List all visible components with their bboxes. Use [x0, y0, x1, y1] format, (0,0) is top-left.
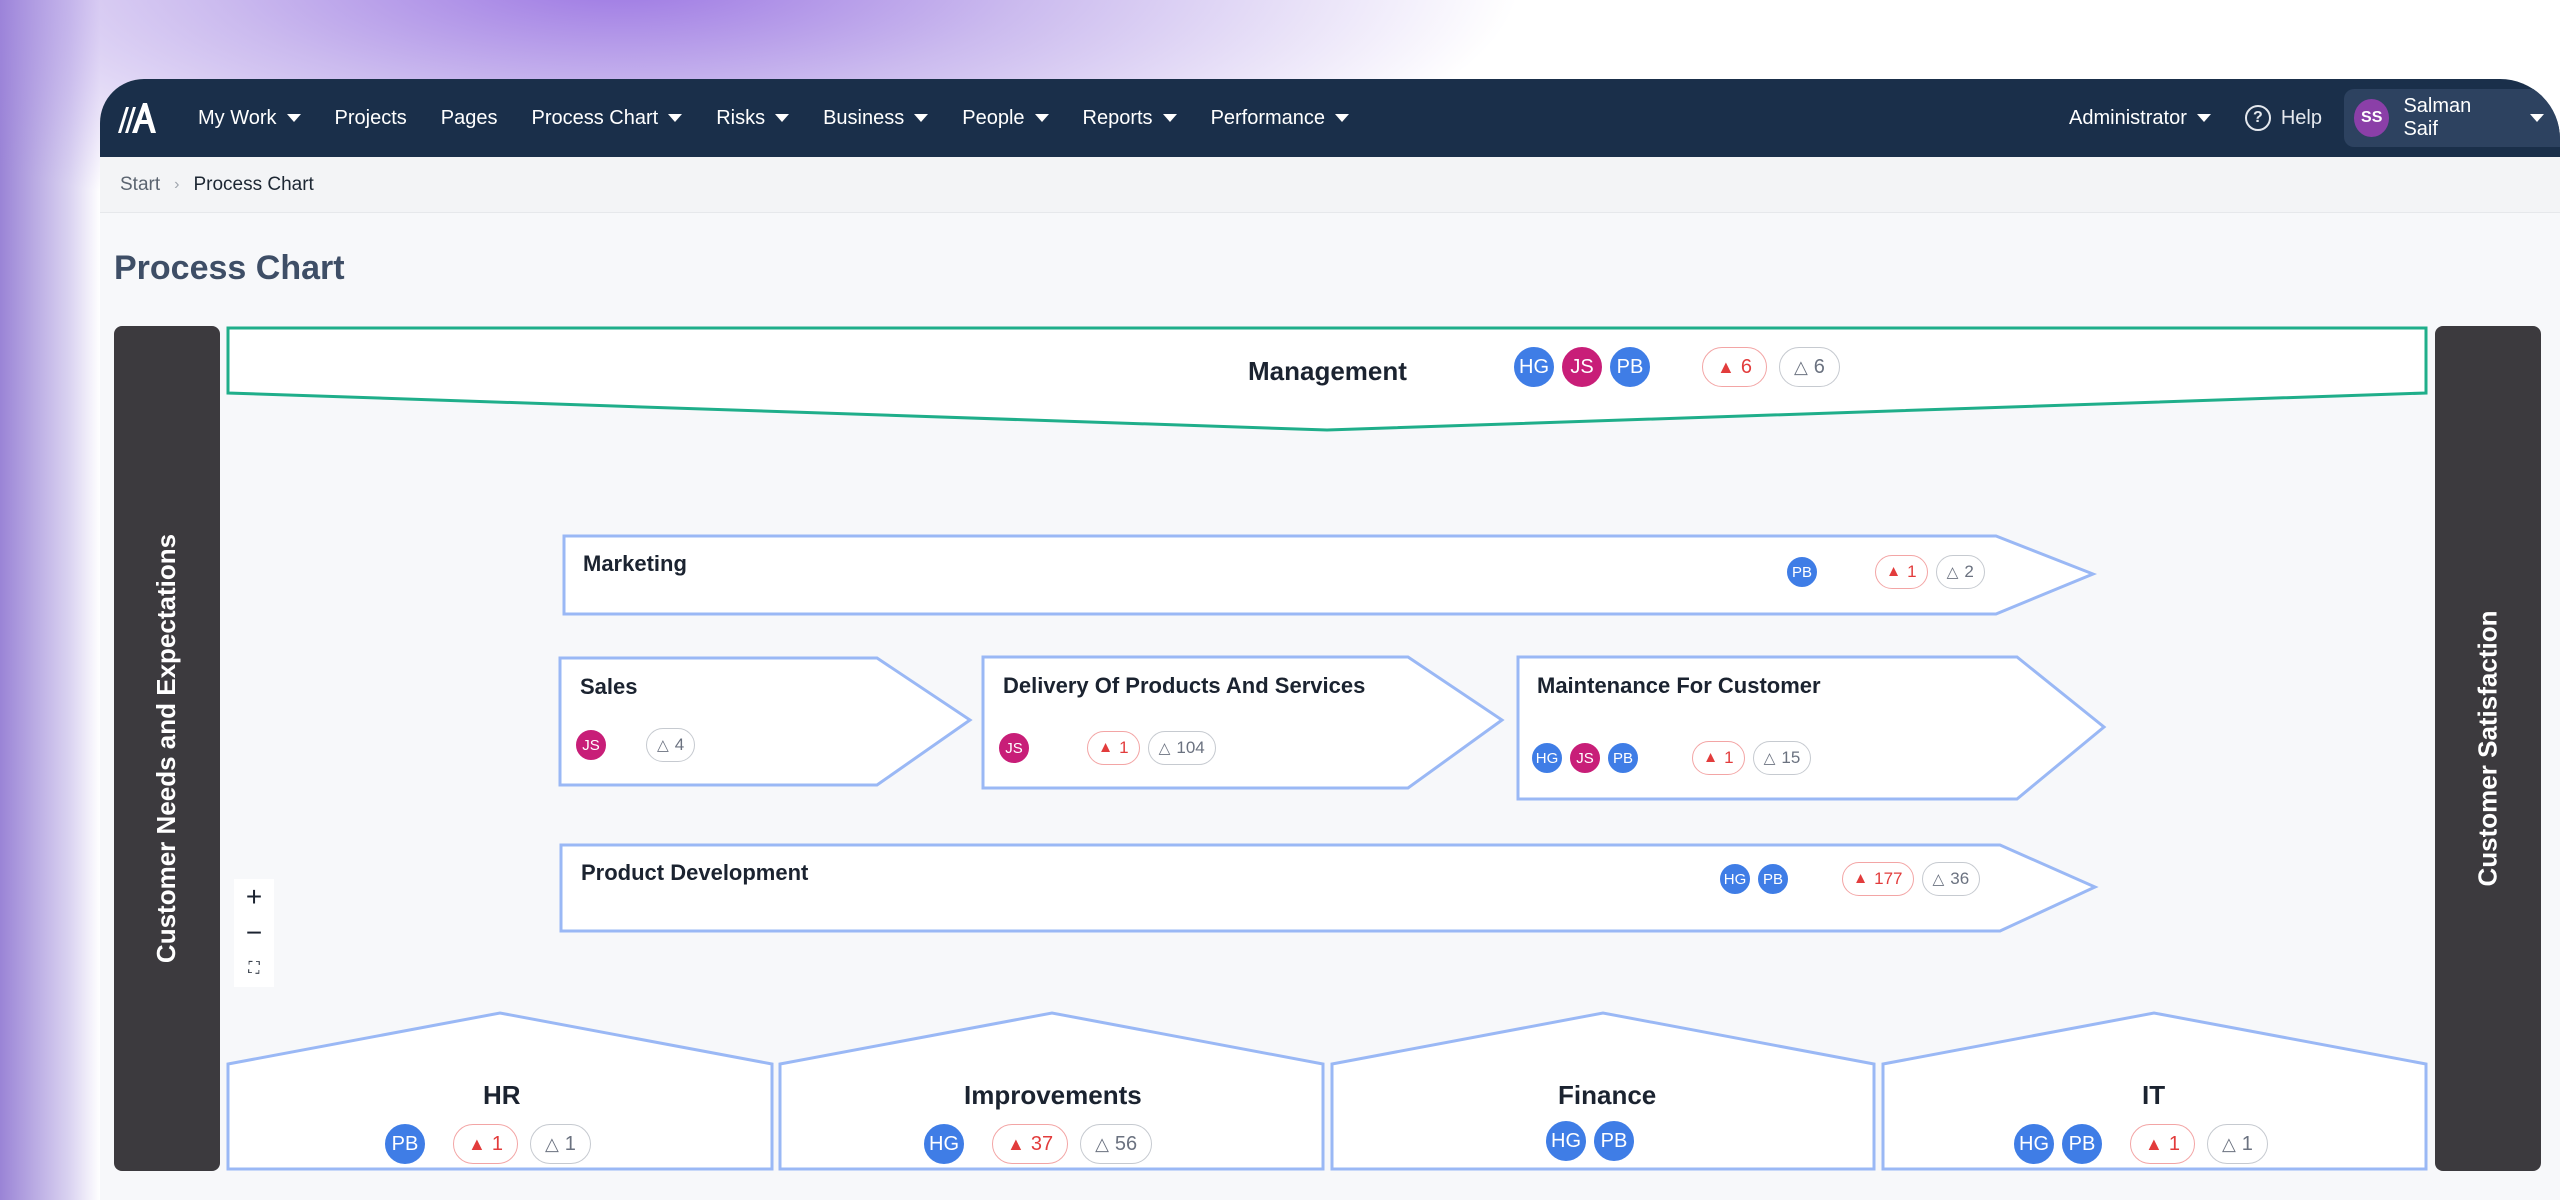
risk-count-badge[interactable]: ▲ 177 [1842, 862, 1914, 896]
avatar-hg[interactable]: HG [2012, 1122, 2056, 1166]
hr-meta: PB ▲ 1 △ 1 [383, 1122, 591, 1166]
sales-meta: JS △ 4 [574, 728, 696, 762]
avatar-pb[interactable]: PB [1592, 1119, 1636, 1163]
avatar-hg[interactable]: HG [1512, 345, 1556, 389]
management-title[interactable]: Management [1248, 356, 1407, 387]
warning-outline-icon: △ [1763, 749, 1776, 767]
warning-filled-icon: ▲ [2145, 1133, 2163, 1154]
maintenance-title[interactable]: Maintenance For Customer [1537, 673, 1821, 699]
avatar-pb[interactable]: PB [2060, 1122, 2104, 1166]
product-development-title[interactable]: Product Development [581, 860, 808, 886]
avatar-pb[interactable]: PB [1785, 555, 1819, 589]
app-window: My Work Projects Pages Process Chart Ris… [100, 79, 2560, 1200]
risk-count-badge[interactable]: ▲ 1 [453, 1124, 518, 1164]
avatar-pb[interactable]: PB [383, 1122, 427, 1166]
warning-count-badge[interactable]: △ 56 [1080, 1124, 1153, 1164]
warning-outline-icon: △ [544, 1133, 559, 1154]
warning-outline-icon: △ [1095, 1133, 1109, 1154]
avatar-js[interactable]: JS [1568, 741, 1602, 775]
warning-outline-icon: △ [2221, 1133, 2236, 1154]
warning-filled-icon: ▲ [1098, 739, 1114, 756]
avatar-js[interactable]: JS [574, 728, 608, 762]
improvements-meta: HG ▲ 37 △ 56 [922, 1122, 1153, 1166]
management-meta: HG JS PB ▲ 6 △ 6 [1512, 345, 1840, 389]
zoom-in-button[interactable]: + [234, 879, 274, 915]
warning-count-badge[interactable]: △ 2 [1935, 555, 1985, 589]
zoom-out-button[interactable]: − [234, 915, 274, 951]
avatar-js[interactable]: JS [1560, 345, 1604, 389]
warning-count-badge[interactable]: △ 36 [1921, 862, 1981, 896]
process-chart-canvas [226, 326, 2428, 1171]
avatar-pb[interactable]: PB [1606, 741, 1640, 775]
zoom-controls: + − ⛶ [234, 879, 274, 987]
warning-outline-icon: △ [657, 736, 669, 754]
risk-count-badge[interactable]: ▲ 1 [1087, 731, 1140, 765]
risk-count-badge[interactable]: ▲ 37 [992, 1124, 1069, 1164]
product-development-meta: HG PB ▲ 177 △ 36 [1718, 862, 1981, 896]
hr-title[interactable]: HR [483, 1080, 521, 1111]
risk-count-badge[interactable]: ▲ 1 [1692, 741, 1745, 775]
warning-outline-icon: △ [1946, 563, 1959, 581]
marketing-title[interactable]: Marketing [583, 551, 687, 577]
it-title[interactable]: IT [2142, 1080, 2165, 1111]
warning-count-badge[interactable]: △ 104 [1147, 731, 1216, 765]
risk-count-badge[interactable]: ▲ 1 [1875, 555, 1928, 589]
maintenance-meta: HG JS PB ▲ 1 △ 15 [1530, 741, 1812, 775]
delivery-meta: JS ▲ 1 △ 104 [997, 731, 1216, 765]
risk-count-badge[interactable]: ▲ 1 [2130, 1124, 2195, 1164]
warning-filled-icon: ▲ [1853, 870, 1869, 887]
warning-count-badge[interactable]: △ 1 [2206, 1124, 2268, 1164]
avatar-hg[interactable]: HG [1544, 1119, 1588, 1163]
risk-count-badge[interactable]: ▲ 6 [1702, 347, 1767, 387]
sales-title[interactable]: Sales [580, 674, 638, 700]
avatar-hg[interactable]: HG [1718, 862, 1752, 896]
warning-outline-icon: △ [1932, 870, 1945, 888]
avatar-pb[interactable]: PB [1756, 862, 1790, 896]
warning-count-badge[interactable]: △ 1 [529, 1124, 591, 1164]
warning-filled-icon: ▲ [1007, 1133, 1025, 1154]
avatar-hg[interactable]: HG [922, 1122, 966, 1166]
warning-filled-icon: ▲ [1703, 749, 1719, 766]
finance-meta: HG PB [1544, 1119, 1640, 1163]
warning-count-badge[interactable]: △ 4 [646, 728, 696, 762]
warning-count-badge[interactable]: △ 15 [1752, 741, 1812, 775]
it-meta: HG PB ▲ 1 △ 1 [2012, 1122, 2268, 1166]
fit-view-icon[interactable]: ⛶ [234, 951, 274, 987]
marketing-meta: PB ▲ 1 △ 2 [1785, 555, 1985, 589]
avatar-hg[interactable]: HG [1530, 741, 1564, 775]
warning-outline-icon: △ [1158, 739, 1171, 757]
avatar-js[interactable]: JS [997, 731, 1031, 765]
warning-count-badge[interactable]: △ 6 [1778, 347, 1840, 387]
warning-filled-icon: ▲ [1717, 356, 1735, 377]
warning-outline-icon: △ [1793, 356, 1808, 377]
improvements-title[interactable]: Improvements [964, 1080, 1142, 1111]
avatar-pb[interactable]: PB [1608, 345, 1652, 389]
delivery-title[interactable]: Delivery Of Products And Services [1003, 673, 1365, 699]
finance-title[interactable]: Finance [1558, 1080, 1656, 1111]
warning-filled-icon: ▲ [1886, 563, 1902, 580]
warning-filled-icon: ▲ [468, 1133, 486, 1154]
